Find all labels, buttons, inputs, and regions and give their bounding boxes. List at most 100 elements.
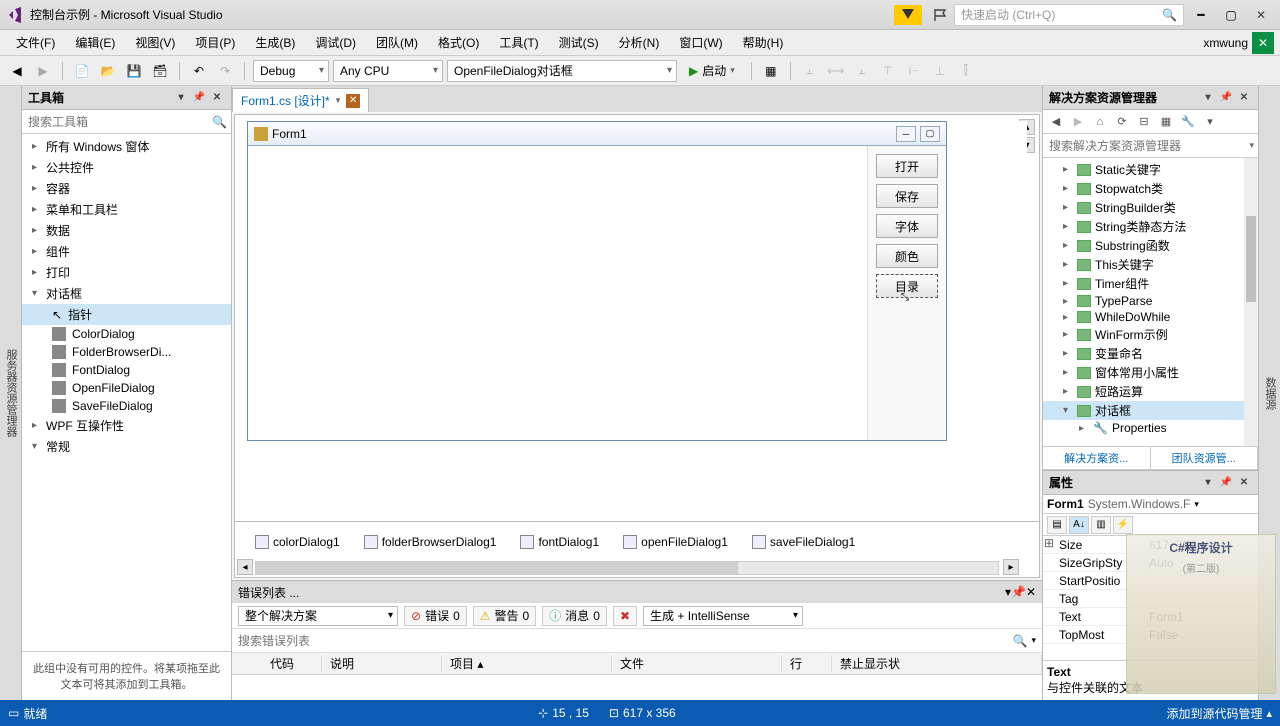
show-all-icon[interactable]: ▦ [1157, 113, 1175, 131]
properties-object-selector[interactable]: Form1System.Windows.F▾ [1043, 495, 1258, 514]
tab-team-explorer[interactable]: 团队资源管... [1151, 447, 1259, 469]
undo-icon[interactable]: ↶ [188, 60, 210, 82]
col-desc[interactable]: 说明 [322, 655, 442, 672]
menu-window[interactable]: 窗口(W) [669, 30, 732, 55]
scroll-left-icon[interactable]: ◂ [237, 559, 253, 575]
tab-solution-explorer[interactable]: 解决方案资... [1043, 447, 1151, 469]
solution-item[interactable]: WhileDoWhile [1043, 309, 1258, 325]
solution-item[interactable]: This关键字 [1043, 255, 1258, 274]
error-scope-dropdown[interactable]: 整个解决方案 [238, 606, 398, 626]
toolbox-group[interactable]: ▸容器 [22, 178, 231, 199]
user-avatar-icon[interactable]: ✕ [1252, 32, 1274, 54]
col-suppress[interactable]: 禁止显示状 [832, 655, 1042, 672]
menu-view[interactable]: 视图(V) [125, 30, 185, 55]
toolbox-group[interactable]: ▸菜单和工具栏 [22, 199, 231, 220]
properties-icon[interactable]: 🔧 [1179, 113, 1197, 131]
solution-item[interactable]: Stopwatch类 [1043, 179, 1258, 198]
toolbox-group[interactable]: ▸所有 Windows 窗体 [22, 136, 231, 157]
toolbox-group[interactable]: ▸WPF 互操作性 [22, 415, 231, 436]
chevron-down-icon[interactable]: ▾ [1200, 90, 1216, 106]
forward-icon[interactable]: ▶ [1069, 113, 1087, 131]
start-debug-button[interactable]: ▶启动▾ [681, 60, 743, 82]
component-savefiledialog[interactable]: saveFileDialog1 [752, 535, 855, 549]
form-button-dir[interactable]: 目录⤡ [876, 274, 938, 298]
form-window[interactable]: Form1 ─ ▢ 打开 保存 字体 颜色 目录⤡ [247, 121, 947, 441]
tab-close-icon[interactable]: ✕ [346, 94, 360, 108]
chevron-down-icon[interactable]: ▾ [336, 95, 341, 106]
solution-item[interactable]: Substring函数 [1043, 236, 1258, 255]
solution-search[interactable]: ▾ [1043, 134, 1258, 158]
pin-icon[interactable]: 📌 [191, 90, 207, 106]
component-colordialog[interactable]: colorDialog1 [255, 535, 340, 549]
collapse-icon[interactable]: ⊟ [1135, 113, 1153, 131]
menu-tools[interactable]: 工具(T) [489, 30, 548, 55]
username-label[interactable]: xmwung [1203, 36, 1248, 50]
new-project-icon[interactable]: 📄 [71, 60, 93, 82]
align-top-icon[interactable]: ⊤ [877, 60, 899, 82]
toolbox-item-pointer[interactable]: ↖指针 [22, 304, 231, 325]
horizontal-scrollbar[interactable] [255, 561, 999, 575]
form-button-open[interactable]: 打开 [876, 154, 938, 178]
menu-project[interactable]: 项目(P) [185, 30, 245, 55]
properties-page-icon[interactable]: ▥ [1091, 516, 1111, 534]
nav-forward-icon[interactable]: ▶ [32, 60, 54, 82]
toolbox-group[interactable]: ▸组件 [22, 241, 231, 262]
server-explorer-tab[interactable]: 服务器资源管理器 [0, 86, 22, 700]
menu-help[interactable]: 帮助(H) [733, 30, 794, 55]
component-fontdialog[interactable]: fontDialog1 [520, 535, 599, 549]
align-right-icon[interactable]: ⫠ [851, 60, 873, 82]
source-control-button[interactable]: 添加到源代码管理 ▴ [1166, 705, 1272, 722]
layout-tool-icon[interactable]: ▦ [760, 60, 782, 82]
align-left-icon[interactable]: ⫠ [799, 60, 821, 82]
solution-item-selected[interactable]: 对话框 [1043, 401, 1258, 420]
form-button-font[interactable]: 字体 [876, 214, 938, 238]
toolbox-group[interactable]: ▸公共控件 [22, 157, 231, 178]
toolbox-search-input[interactable] [26, 113, 212, 131]
minimize-button[interactable]: ━ [1188, 5, 1214, 25]
solution-item[interactable]: WinForm示例 [1043, 325, 1258, 344]
warnings-filter-button[interactable]: ⚠警告 0 [473, 606, 536, 626]
toolbox-item-openfiledialog[interactable]: OpenFileDialog [22, 379, 231, 397]
close-button[interactable]: ✕ [1248, 5, 1274, 25]
form-button-color[interactable]: 颜色 [876, 244, 938, 268]
toolbox-group[interactable]: ▾常规 [22, 436, 231, 457]
toolbox-item-colordialog[interactable]: ColorDialog [22, 325, 231, 343]
solution-item[interactable]: TypeParse [1043, 293, 1258, 309]
startup-target-dropdown[interactable]: OpenFileDialog对话框 [447, 60, 677, 82]
solution-search-input[interactable] [1047, 137, 1249, 155]
menu-analyze[interactable]: 分析(N) [609, 30, 670, 55]
toolbox-item-savefiledialog[interactable]: SaveFileDialog [22, 397, 231, 415]
chevron-down-icon[interactable]: ▾ [1200, 475, 1216, 491]
error-search-input[interactable] [238, 634, 1013, 648]
save-all-icon[interactable]: 🗃 [149, 60, 171, 82]
close-icon[interactable]: ✕ [1236, 90, 1252, 106]
menu-format[interactable]: 格式(O) [428, 30, 489, 55]
menu-debug[interactable]: 调试(D) [305, 30, 366, 55]
redo-icon[interactable]: ↷ [214, 60, 236, 82]
nav-back-icon[interactable]: ◀ [6, 60, 28, 82]
solution-item[interactable]: String类静态方法 [1043, 217, 1258, 236]
pin-icon[interactable]: 📌 [1218, 475, 1234, 491]
pin-icon[interactable]: 📌 [1218, 90, 1234, 106]
menu-test[interactable]: 测试(S) [549, 30, 609, 55]
solution-item[interactable]: 窗体常用小属性 [1043, 363, 1258, 382]
toolbox-group[interactable]: ▸数据 [22, 220, 231, 241]
feedback-flag-icon[interactable] [930, 5, 950, 25]
menu-edit[interactable]: 编辑(E) [65, 30, 125, 55]
more-icon[interactable]: ▾ [1201, 113, 1219, 131]
alphabetical-icon[interactable]: A↓ [1069, 516, 1089, 534]
home-icon[interactable]: ⌂ [1091, 113, 1109, 131]
build-intellisense-dropdown[interactable]: 生成 + IntelliSense [643, 606, 803, 626]
open-file-icon[interactable]: 📂 [97, 60, 119, 82]
solution-item[interactable]: Static关键字 [1043, 160, 1258, 179]
back-icon[interactable]: ◀ [1047, 113, 1065, 131]
pin-icon[interactable]: 📌 [1011, 585, 1026, 599]
categorize-icon[interactable]: ▤ [1047, 516, 1067, 534]
document-tab-form1[interactable]: Form1.cs [设计]* ▾ ✕ [232, 88, 369, 112]
close-icon[interactable]: ✕ [1236, 475, 1252, 491]
scroll-right-icon[interactable]: ▸ [1003, 559, 1019, 575]
resize-handle-icon[interactable]: ⤡ [901, 292, 909, 303]
toolbox-dropdown-icon[interactable]: ▾ [173, 90, 189, 106]
maximize-button[interactable]: ▢ [1218, 5, 1244, 25]
menu-team[interactable]: 团队(M) [366, 30, 428, 55]
